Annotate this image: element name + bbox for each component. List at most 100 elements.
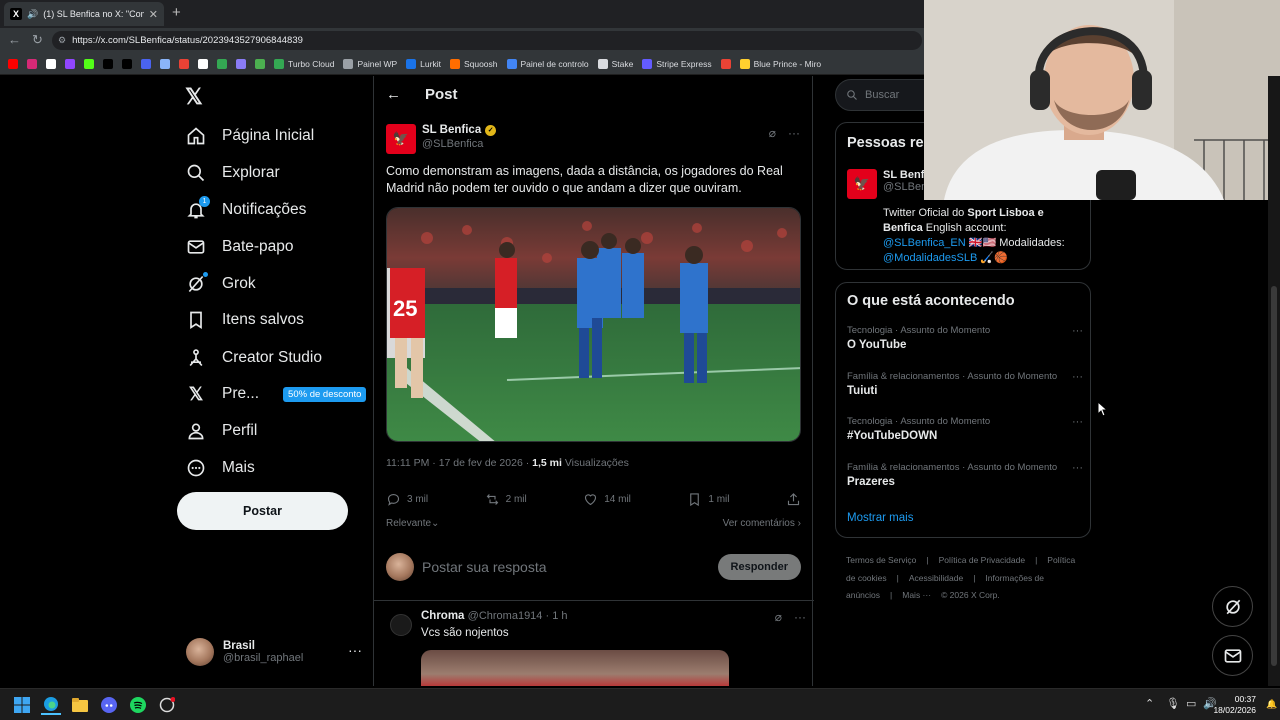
bookmark-item[interactable] [103,58,113,69]
person-name[interactable]: SL Benfi [883,169,927,181]
tweet-video[interactable]: 25 [386,207,801,442]
account-switcher[interactable]: Brasil @brasil_raphael ··· [186,636,362,668]
windows-start-icon[interactable] [12,695,32,715]
more-dots-icon[interactable]: ··· [1072,371,1083,383]
url-field[interactable]: ⚙ https://x.com/SLBenfica/status/2023943… [52,31,922,50]
footer-link[interactable]: © 2026 X Corp. [941,590,1000,600]
site-info-icon[interactable]: ⚙ [58,35,66,46]
person-row[interactable]: 🦅 SL Benfi @SLBen [847,169,927,199]
sidebar-item-mail[interactable]: Bate-papo [186,232,294,262]
sidebar-item-x-premium[interactable]: 𝕏 Pre... 50% de desconto [186,379,367,409]
bookmark-item[interactable] [255,58,265,69]
show-more-link[interactable]: Mostrar mais [847,512,913,524]
page-scrollbar[interactable] [1268,76,1280,686]
reply-author-handle[interactable]: @Chroma1914 · 1 h [468,610,568,622]
bookmark-item[interactable] [27,58,37,69]
network-icon[interactable]: ▭ [1186,697,1196,710]
footer-link[interactable]: Acessibilidade [909,573,963,583]
bookmark-item[interactable] [217,58,227,69]
bookmark-item[interactable] [160,58,170,69]
trend-item[interactable]: Família & relacionamentos · Assunto do M… [847,462,1083,488]
reply-image[interactable] [421,650,729,686]
more-dots-icon[interactable]: ··· [794,610,806,624]
tweet-time[interactable]: 11:11 PM · 17 de fev de 2026 · [386,457,532,469]
reply-button[interactable]: Responder [717,554,801,580]
bookmark-item[interactable]: Painel WP [343,58,397,69]
file-explorer-icon[interactable] [70,695,90,715]
speaker-icon[interactable]: 🔊 [27,9,38,20]
x-logo-icon[interactable]: 𝕏 [185,84,203,110]
person-handle[interactable]: @SLBen [883,181,927,193]
benfica-logo-icon[interactable]: 🦅 [847,169,877,199]
grok-fab-button[interactable] [1212,586,1253,627]
edge-browser-icon[interactable] [41,695,61,715]
grok-icon[interactable]: ⌀ [769,126,776,140]
post-button[interactable]: Postar [177,492,348,530]
sidebar-item-home[interactable]: Página Inicial [186,121,314,151]
back-arrow-icon[interactable]: ← [8,32,21,47]
tab-close-icon[interactable]: ✕ [149,8,158,21]
bio-link[interactable]: @ModalidadesSLB [883,252,977,264]
spotify-icon[interactable] [128,695,148,715]
bookmark-item[interactable]: Stake [597,58,633,69]
bookmark-item[interactable] [720,58,731,69]
bookmark-item[interactable] [179,58,189,69]
avatar[interactable] [390,614,412,636]
footer-link[interactable]: Política de Privacidade [939,555,1025,565]
tray-chevron-up-icon[interactable]: ⌃ [1145,697,1154,710]
browser-tab[interactable]: X 🔊 (1) SL Benfica no X: "Como de ✕ [4,2,164,26]
like-action[interactable]: 14 mil [583,492,631,507]
reload-icon[interactable]: ↻ [32,32,43,48]
notification-bell-icon[interactable]: 🔔 [1266,699,1277,710]
bio-link[interactable]: @SLBenfica_EN [883,237,966,249]
more-dots-icon[interactable]: ··· [1072,462,1083,474]
sidebar-item-creator-studio[interactable]: Creator Studio [186,343,322,373]
benfica-logo-icon[interactable]: 🦅 [386,124,416,154]
bookmark-item[interactable]: Painel de controlo [506,58,589,69]
footer-link[interactable]: Mais ··· [902,590,931,600]
author-name[interactable]: SL Benfica [422,124,481,136]
bookmark-item[interactable]: Turbo Cloud [274,58,334,69]
reply-author-name[interactable]: Chroma [421,610,464,622]
bookmark-item[interactable] [122,58,132,69]
trend-item[interactable]: Família & relacionamentos · Assunto do M… [847,371,1083,397]
microphone-icon[interactable]: 🎙 [1166,697,1180,710]
trend-item[interactable]: Tecnologia · Assunto do Momento O YouTube… [847,325,1083,351]
author-handle[interactable]: @SLBenfica [422,138,496,150]
new-tab-button[interactable]: + [172,4,181,21]
scrollbar-thumb[interactable] [1271,286,1277,666]
bookmark-item[interactable]: Squoosh [449,58,498,69]
system-clock[interactable]: 00:37 18/02/2026 [1213,694,1256,716]
bookmark-item[interactable] [236,58,246,69]
sidebar-item-bell[interactable]: 1 Notificações [186,195,306,225]
sidebar-item-search[interactable]: Explorar [186,158,280,188]
back-arrow-icon[interactable]: ← [386,86,401,103]
bookmark-item[interactable]: Blue Prince - Miro [739,58,821,69]
grok-icon[interactable]: ⌀ [775,610,782,624]
bookmark-item[interactable]: Lurkit [406,58,441,69]
more-dots-icon[interactable]: ··· [348,642,362,658]
share-action[interactable] [786,492,801,507]
bookmark-item[interactable] [65,58,75,69]
sidebar-item-person[interactable]: Perfil [186,416,257,446]
more-dots-icon[interactable]: ··· [788,126,800,140]
trend-item[interactable]: Tecnologia · Assunto do Momento #YouTubeD… [847,416,1083,442]
repost-action[interactable]: 2 mil [485,492,527,507]
sidebar-item-bookmark[interactable]: Itens salvos [186,305,304,335]
more-dots-icon[interactable]: ··· [1072,416,1083,428]
app-icon[interactable] [157,695,177,715]
bookmark-item[interactable] [8,58,18,69]
more-dots-icon[interactable]: ··· [1072,325,1083,337]
footer-link[interactable]: Termos de Serviço [846,555,916,565]
bookmark-action[interactable]: 1 mil [687,492,730,507]
bookmark-item[interactable] [198,58,208,69]
tweet-author[interactable]: 🦅 SL Benfica ✓ @SLBenfica [386,124,497,154]
bookmark-item[interactable] [141,58,151,69]
discord-icon[interactable] [99,695,119,715]
reply-action[interactable]: 3 mil [386,492,428,507]
view-comments-link[interactable]: Ver comentários › [723,518,801,529]
bookmark-item[interactable] [46,58,56,69]
bookmark-item[interactable]: Stripe Express [642,58,712,69]
reply-input[interactable]: Postar sua resposta [422,559,710,575]
sidebar-item-more-circle[interactable]: Mais [186,453,255,483]
